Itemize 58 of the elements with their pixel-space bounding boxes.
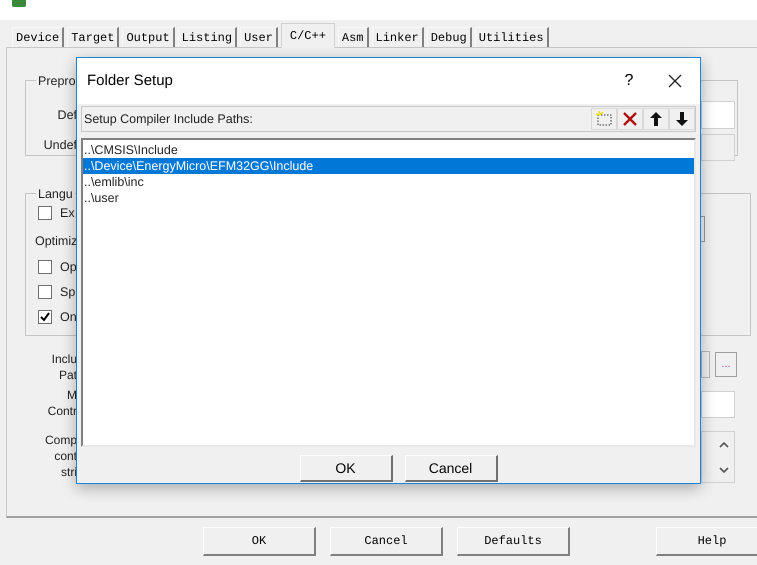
field-label: Def <box>58 107 77 124</box>
tab[interactable]: Device <box>12 27 64 47</box>
checkbox-label: On <box>60 309 77 326</box>
checkbox[interactable] <box>38 260 52 274</box>
tab[interactable]: Linker <box>372 27 424 47</box>
checkbox-label: Sp <box>60 284 76 301</box>
section-label: Optimiz <box>35 233 78 250</box>
path-item[interactable]: ..\user <box>83 190 694 206</box>
dialog-button[interactable]: Defaults <box>457 527 570 556</box>
field-label: Undef <box>44 137 77 154</box>
dialog-button[interactable]: OK <box>300 455 392 482</box>
header-label: Setup Compiler Include Paths: <box>83 110 254 128</box>
delete-button[interactable] <box>617 108 643 130</box>
new-item-icon <box>595 111 613 127</box>
field-label: Comp <box>44 432 77 448</box>
close-icon <box>668 74 682 88</box>
path-item[interactable]: ..\CMSIS\Include <box>83 142 694 158</box>
arrow-up-icon <box>650 112 662 126</box>
tab[interactable]: Target <box>67 27 120 47</box>
tab[interactable]: Debug <box>426 27 472 47</box>
field-label: stri <box>61 464 77 480</box>
help-button[interactable]: ? <box>606 63 652 99</box>
dialog-button[interactable]: OK <box>203 527 316 556</box>
include-paths-field[interactable] <box>701 351 710 378</box>
field-label: cont <box>54 448 77 464</box>
tab[interactable]: Asm <box>338 27 369 47</box>
field-label: Contr <box>48 403 77 419</box>
tab[interactable]: User <box>240 27 278 47</box>
path-item[interactable]: ..\Device\EnergyMicro\EFM32GG\Include <box>83 158 694 174</box>
checkbox-label: Op <box>60 259 77 276</box>
field-label: Pat <box>58 367 77 383</box>
move-down-button[interactable] <box>669 108 695 130</box>
checkbox-label: Ex <box>60 205 75 222</box>
undefine-field[interactable] <box>701 134 735 161</box>
tab[interactable]: Output <box>122 27 175 47</box>
dialog-title: Folder Setup <box>87 70 174 91</box>
scroll-up-icon[interactable] <box>719 442 729 448</box>
browse-button[interactable]: ... <box>715 352 737 377</box>
path-item[interactable]: ..\emlib\inc <box>83 174 694 190</box>
define-field[interactable] <box>701 101 735 129</box>
checkbox[interactable] <box>38 206 52 220</box>
app-icon <box>12 0 26 7</box>
field-label: Inclu <box>52 351 77 367</box>
move-up-button[interactable] <box>643 108 669 130</box>
tab[interactable]: C/C++ <box>280 23 335 48</box>
misc-controls-field[interactable] <box>701 391 735 418</box>
field-label: M <box>67 387 77 403</box>
tab[interactable]: Utilities <box>474 27 549 47</box>
dialog-button[interactable]: Cancel <box>330 527 443 556</box>
tab[interactable]: Listing <box>178 27 238 47</box>
arrow-down-icon <box>676 112 688 126</box>
dialog-button[interactable]: Help <box>656 527 757 556</box>
checkbox[interactable] <box>38 310 52 324</box>
dialog-button[interactable]: Cancel <box>404 455 498 482</box>
checkbox[interactable] <box>38 285 52 300</box>
new-folder-button[interactable] <box>591 108 617 130</box>
delete-icon <box>622 111 638 127</box>
scroll-down-icon[interactable] <box>719 466 729 472</box>
